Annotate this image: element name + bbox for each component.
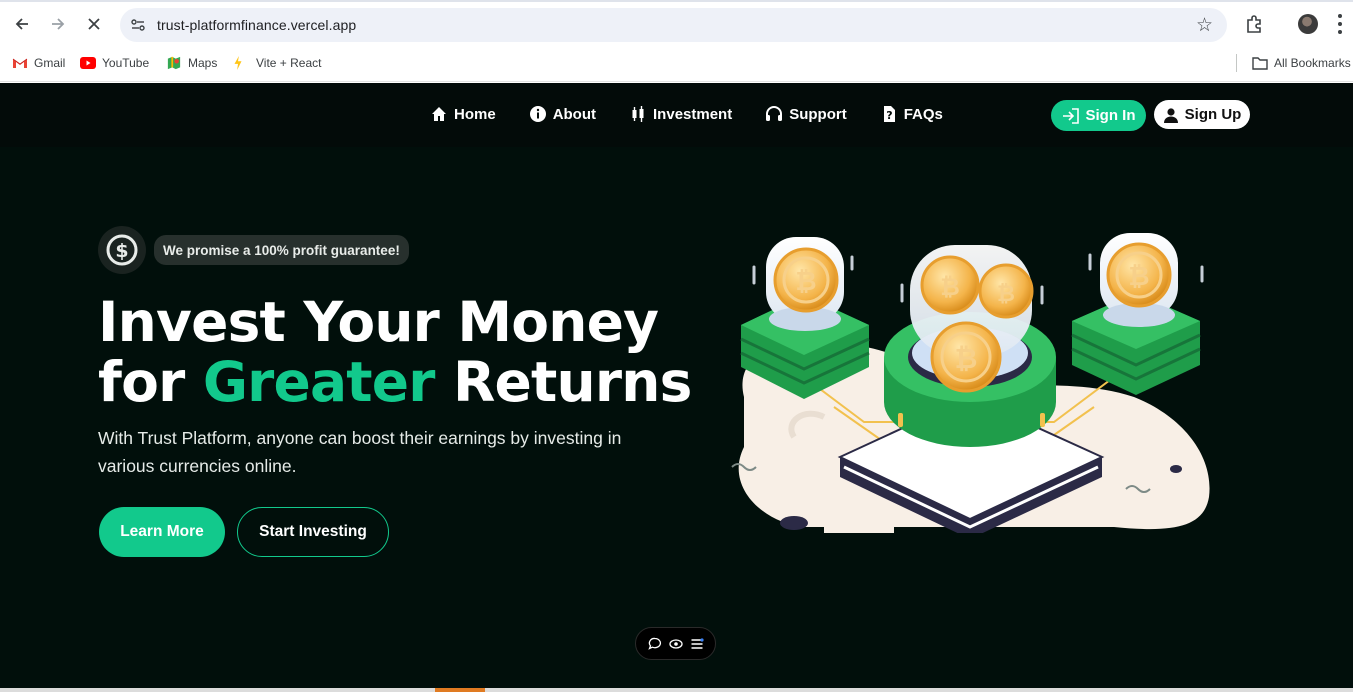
- youtube-icon: [80, 57, 96, 69]
- hero-section: $ We promise a 100% profit guarantee! In…: [0, 147, 1353, 692]
- forward-arrow-icon: [52, 18, 65, 30]
- sign-in-button[interactable]: Sign In: [1051, 100, 1146, 131]
- headline-line-2: for Greater Returns: [98, 352, 692, 412]
- forward-button[interactable]: [46, 12, 70, 36]
- headset-icon: [766, 106, 783, 121]
- stop-loading-button[interactable]: [82, 12, 106, 36]
- bookmarks-separator: [1236, 54, 1237, 72]
- headline-line-1: Invest Your Money: [98, 290, 659, 354]
- sign-up-button[interactable]: Sign Up: [1154, 100, 1250, 129]
- sign-up-label: Sign Up: [1184, 106, 1242, 123]
- nav-link-label: About: [552, 105, 597, 123]
- nav-about[interactable]: About: [529, 103, 596, 125]
- taskbar-indicator: [435, 688, 485, 692]
- svg-text:?: ?: [886, 109, 892, 122]
- maps-icon: [167, 56, 181, 70]
- nav-links: Home About Investment Support ? FAQs: [430, 103, 976, 125]
- question-icon: ?: [883, 106, 895, 122]
- promise-text: We promise a 100% profit guarantee!: [154, 235, 409, 265]
- extensions-puzzle-icon[interactable]: [1244, 14, 1264, 34]
- vite-icon: [234, 56, 242, 70]
- profile-avatar[interactable]: [1298, 14, 1318, 34]
- promise-badge: $ We promise a 100% profit guarantee!: [98, 226, 409, 274]
- menu-list-icon[interactable]: [690, 637, 704, 651]
- page-viewport: Home About Investment Support ? FAQs Sig…: [0, 83, 1353, 692]
- hero-description: With Trust Platform, anyone can boost th…: [98, 428, 622, 476]
- svg-text:₿: ₿: [795, 267, 816, 297]
- info-icon: [529, 106, 546, 122]
- nav-link-label: Support: [789, 105, 847, 123]
- bookmark-label: Vite + React: [256, 56, 322, 70]
- folder-icon: [1252, 57, 1268, 70]
- url-text[interactable]: trust-platformfinance.vercel.app: [157, 17, 356, 33]
- gmail-icon: [12, 58, 28, 68]
- all-bookmarks-button[interactable]: All Bookmarks: [1252, 55, 1351, 71]
- nav-investment[interactable]: Investment: [629, 103, 732, 125]
- svg-text:₿: ₿: [997, 282, 1015, 307]
- site-info-icon[interactable]: [130, 17, 146, 33]
- bookmark-gmail[interactable]: Gmail: [12, 55, 65, 71]
- sign-in-label: Sign In: [1085, 107, 1136, 124]
- bookmark-vite[interactable]: Vite + React: [230, 55, 321, 71]
- headline-accent-word: Greater: [202, 350, 436, 414]
- browser-toolbar: trust-platformfinance.vercel.app ☆: [0, 0, 1353, 48]
- nav-faqs[interactable]: ? FAQs: [880, 103, 943, 125]
- user-icon: [1163, 107, 1178, 123]
- nav-link-label: Investment: [653, 105, 733, 123]
- learn-more-button[interactable]: Learn More: [99, 507, 225, 557]
- headline-for: for: [98, 350, 185, 414]
- candlestick-icon: [632, 106, 644, 122]
- nav-link-label: FAQs: [903, 105, 943, 123]
- nav-home[interactable]: Home: [430, 103, 496, 125]
- left-coin-stack: ₿: [740, 237, 870, 399]
- nav-support[interactable]: Support: [765, 103, 847, 125]
- window-bottom-edge: [0, 688, 1353, 692]
- bookmark-maps[interactable]: Maps: [166, 55, 217, 71]
- bookmark-label: Maps: [188, 56, 218, 70]
- close-icon: [88, 18, 100, 30]
- browser-menu-icon[interactable]: [1337, 14, 1343, 34]
- dollar-coin-icon: $: [98, 226, 146, 274]
- login-icon: [1062, 107, 1079, 124]
- bookmark-youtube[interactable]: YouTube: [80, 55, 149, 71]
- back-button[interactable]: [10, 12, 34, 36]
- start-investing-button[interactable]: Start Investing: [237, 507, 389, 557]
- svg-text:$: $: [115, 240, 128, 262]
- address-bar[interactable]: trust-platformfinance.vercel.app ☆: [120, 8, 1227, 42]
- svg-text:₿: ₿: [1128, 262, 1149, 292]
- all-bookmarks-label: All Bookmarks: [1274, 56, 1351, 70]
- bookmark-label: YouTube: [102, 56, 150, 70]
- svg-text:₿: ₿: [955, 342, 978, 375]
- svg-text:₿: ₿: [940, 273, 960, 301]
- eye-icon[interactable]: [668, 637, 683, 651]
- comment-icon[interactable]: [647, 637, 662, 651]
- hero-headline: Invest Your Money for Greater Returns: [98, 292, 692, 412]
- tab-strip-edge: [0, 0, 1353, 2]
- bookmark-label: Gmail: [34, 56, 66, 70]
- home-icon: [432, 107, 446, 121]
- site-navbar: Home About Investment Support ? FAQs Sig…: [0, 83, 1353, 147]
- bitcoin-investment-illustration: ₿ ₿ ₿ ₿ ₿: [731, 233, 1210, 533]
- nav-link-label: Home: [454, 105, 496, 123]
- back-arrow-icon: [15, 18, 28, 30]
- floating-toolbar: [635, 627, 716, 660]
- bookmark-star-icon[interactable]: ☆: [1196, 14, 1213, 37]
- bookmarks-bar: Gmail YouTube Maps Vite + React All Book…: [0, 48, 1353, 82]
- headline-returns: Returns: [452, 350, 692, 414]
